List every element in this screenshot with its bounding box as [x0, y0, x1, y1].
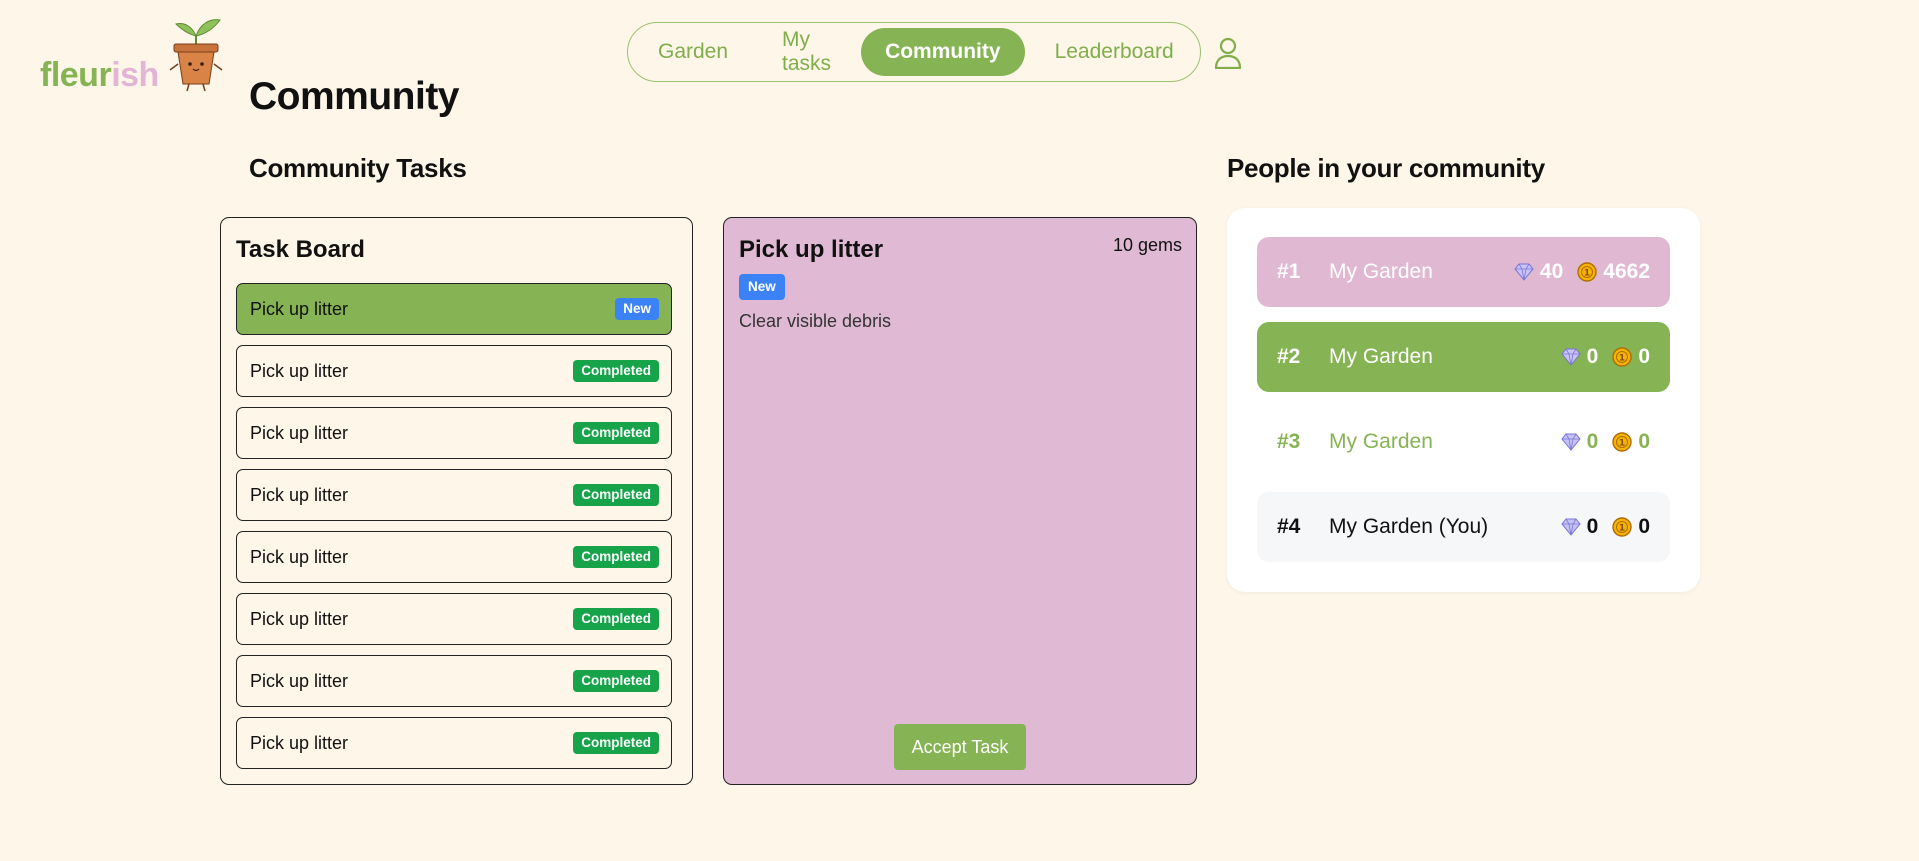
task-row[interactable]: Pick up litter New [236, 283, 672, 335]
gem-count: 0 [1560, 515, 1599, 539]
gem-count: 0 [1560, 345, 1599, 369]
app-logo[interactable]: fleurish [40, 14, 230, 104]
logo-text-part-1: fleur [40, 56, 112, 94]
person-name: My Garden [1329, 345, 1433, 368]
community-tasks-heading: Community Tasks [249, 153, 467, 183]
task-row[interactable]: Pick up litter Completed [236, 407, 672, 459]
task-detail-title: Pick up litter [739, 236, 884, 263]
gem-value: 0 [1586, 345, 1599, 368]
task-name: Pick up litter [250, 670, 349, 691]
people-heading: People in your community [1227, 153, 1545, 183]
coin-value: 0 [1638, 515, 1650, 538]
task-name: Pick up litter [250, 732, 349, 753]
status-badge: Completed [573, 670, 659, 692]
task-reward: 10 gems [1112, 235, 1182, 255]
person-rank: #2 [1277, 345, 1301, 368]
page-title: Community [249, 75, 460, 118]
task-description: Clear visible debris [739, 311, 892, 331]
status-badge: Completed [573, 484, 659, 506]
gem-icon [1560, 348, 1581, 366]
person-row[interactable]: #1 My Garden 40 1 4662 [1257, 237, 1670, 307]
coin-icon: 1 [1612, 347, 1633, 367]
task-name: Pick up litter [250, 546, 349, 567]
person-rank: #4 [1277, 515, 1301, 538]
plant-pot-mascot-icon [169, 19, 223, 92]
task-name: Pick up litter [250, 360, 349, 381]
gem-count: 40 [1514, 260, 1563, 284]
task-board-title: Task Board [236, 236, 365, 263]
gem-value: 40 [1539, 260, 1564, 283]
coin-count: 1 0 [1612, 345, 1650, 369]
nav-garden[interactable]: Garden [634, 28, 752, 76]
task-row[interactable]: Pick up litter Completed [236, 593, 672, 645]
coin-count: 1 4662 [1577, 260, 1650, 284]
task-detail-status: New [739, 274, 785, 300]
task-name: Pick up litter [250, 298, 349, 319]
gem-value: 0 [1586, 515, 1599, 538]
svg-text:1: 1 [1619, 354, 1625, 364]
task-name: Pick up litter [250, 422, 349, 443]
svg-text:1: 1 [1619, 524, 1625, 534]
task-row[interactable]: Pick up litter Completed [236, 345, 672, 397]
status-badge: Completed [573, 360, 659, 382]
svg-text:1: 1 [1584, 269, 1590, 279]
person-rank: #1 [1277, 260, 1301, 283]
status-badge: Completed [573, 732, 659, 754]
gem-icon [1560, 518, 1581, 536]
coin-count: 1 0 [1612, 430, 1650, 454]
status-badge: Completed [573, 422, 659, 444]
task-row[interactable]: Pick up litter Completed [236, 531, 672, 583]
person-row[interactable]: #4 My Garden (You) 0 1 0 [1257, 492, 1670, 562]
logo-wordmark: fleurish [40, 56, 159, 95]
task-row[interactable]: Pick up litter Completed [236, 469, 672, 521]
person-name: My Garden (You) [1329, 515, 1489, 538]
person-row[interactable]: #3 My Garden 0 1 0 [1257, 407, 1670, 477]
logo-text-part-2: ish [111, 56, 159, 94]
gem-count: 0 [1560, 430, 1599, 454]
main-nav: Garden My tasks Community Leaderboard [627, 22, 1201, 82]
coin-value: 0 [1638, 430, 1650, 453]
status-badge: New [739, 274, 785, 300]
svg-text:1: 1 [1619, 439, 1625, 449]
nav-community[interactable]: Community [861, 28, 1025, 76]
task-board: Task Board Pick up litter New Pick up li… [220, 217, 693, 785]
person-rank: #3 [1277, 430, 1301, 453]
coin-value: 0 [1638, 345, 1650, 368]
person-name: My Garden [1329, 260, 1433, 283]
coin-count: 1 0 [1612, 515, 1650, 539]
gem-icon [1560, 433, 1581, 451]
nav-my-tasks[interactable]: My tasks [758, 28, 855, 76]
coin-icon: 1 [1577, 262, 1597, 282]
status-badge: Completed [573, 608, 659, 630]
gem-value: 0 [1586, 430, 1599, 453]
coin-value: 4662 [1603, 260, 1650, 283]
task-name: Pick up litter [250, 484, 349, 505]
accept-task-button[interactable]: Accept Task [894, 724, 1026, 770]
people-list: #1 My Garden 40 1 4662 #2 My Garden 0 1 … [1227, 208, 1700, 592]
coin-icon: 1 [1612, 517, 1633, 537]
task-detail-panel: Pick up litter 10 gems New Clear visible… [723, 217, 1197, 785]
person-name: My Garden [1329, 430, 1433, 453]
user-outline-icon[interactable] [1213, 37, 1243, 69]
nav-leaderboard[interactable]: Leaderboard [1031, 28, 1198, 76]
task-row[interactable]: Pick up litter Completed [236, 717, 672, 769]
task-name: Pick up litter [250, 608, 349, 629]
task-row[interactable]: Pick up litter Completed [236, 655, 672, 707]
status-badge: Completed [573, 546, 659, 568]
coin-icon: 1 [1612, 432, 1633, 452]
status-badge: New [615, 298, 659, 320]
gem-icon [1514, 263, 1534, 281]
person-row[interactable]: #2 My Garden 0 1 0 [1257, 322, 1670, 392]
task-list: Pick up litter New Pick up litter Comple… [236, 283, 672, 779]
